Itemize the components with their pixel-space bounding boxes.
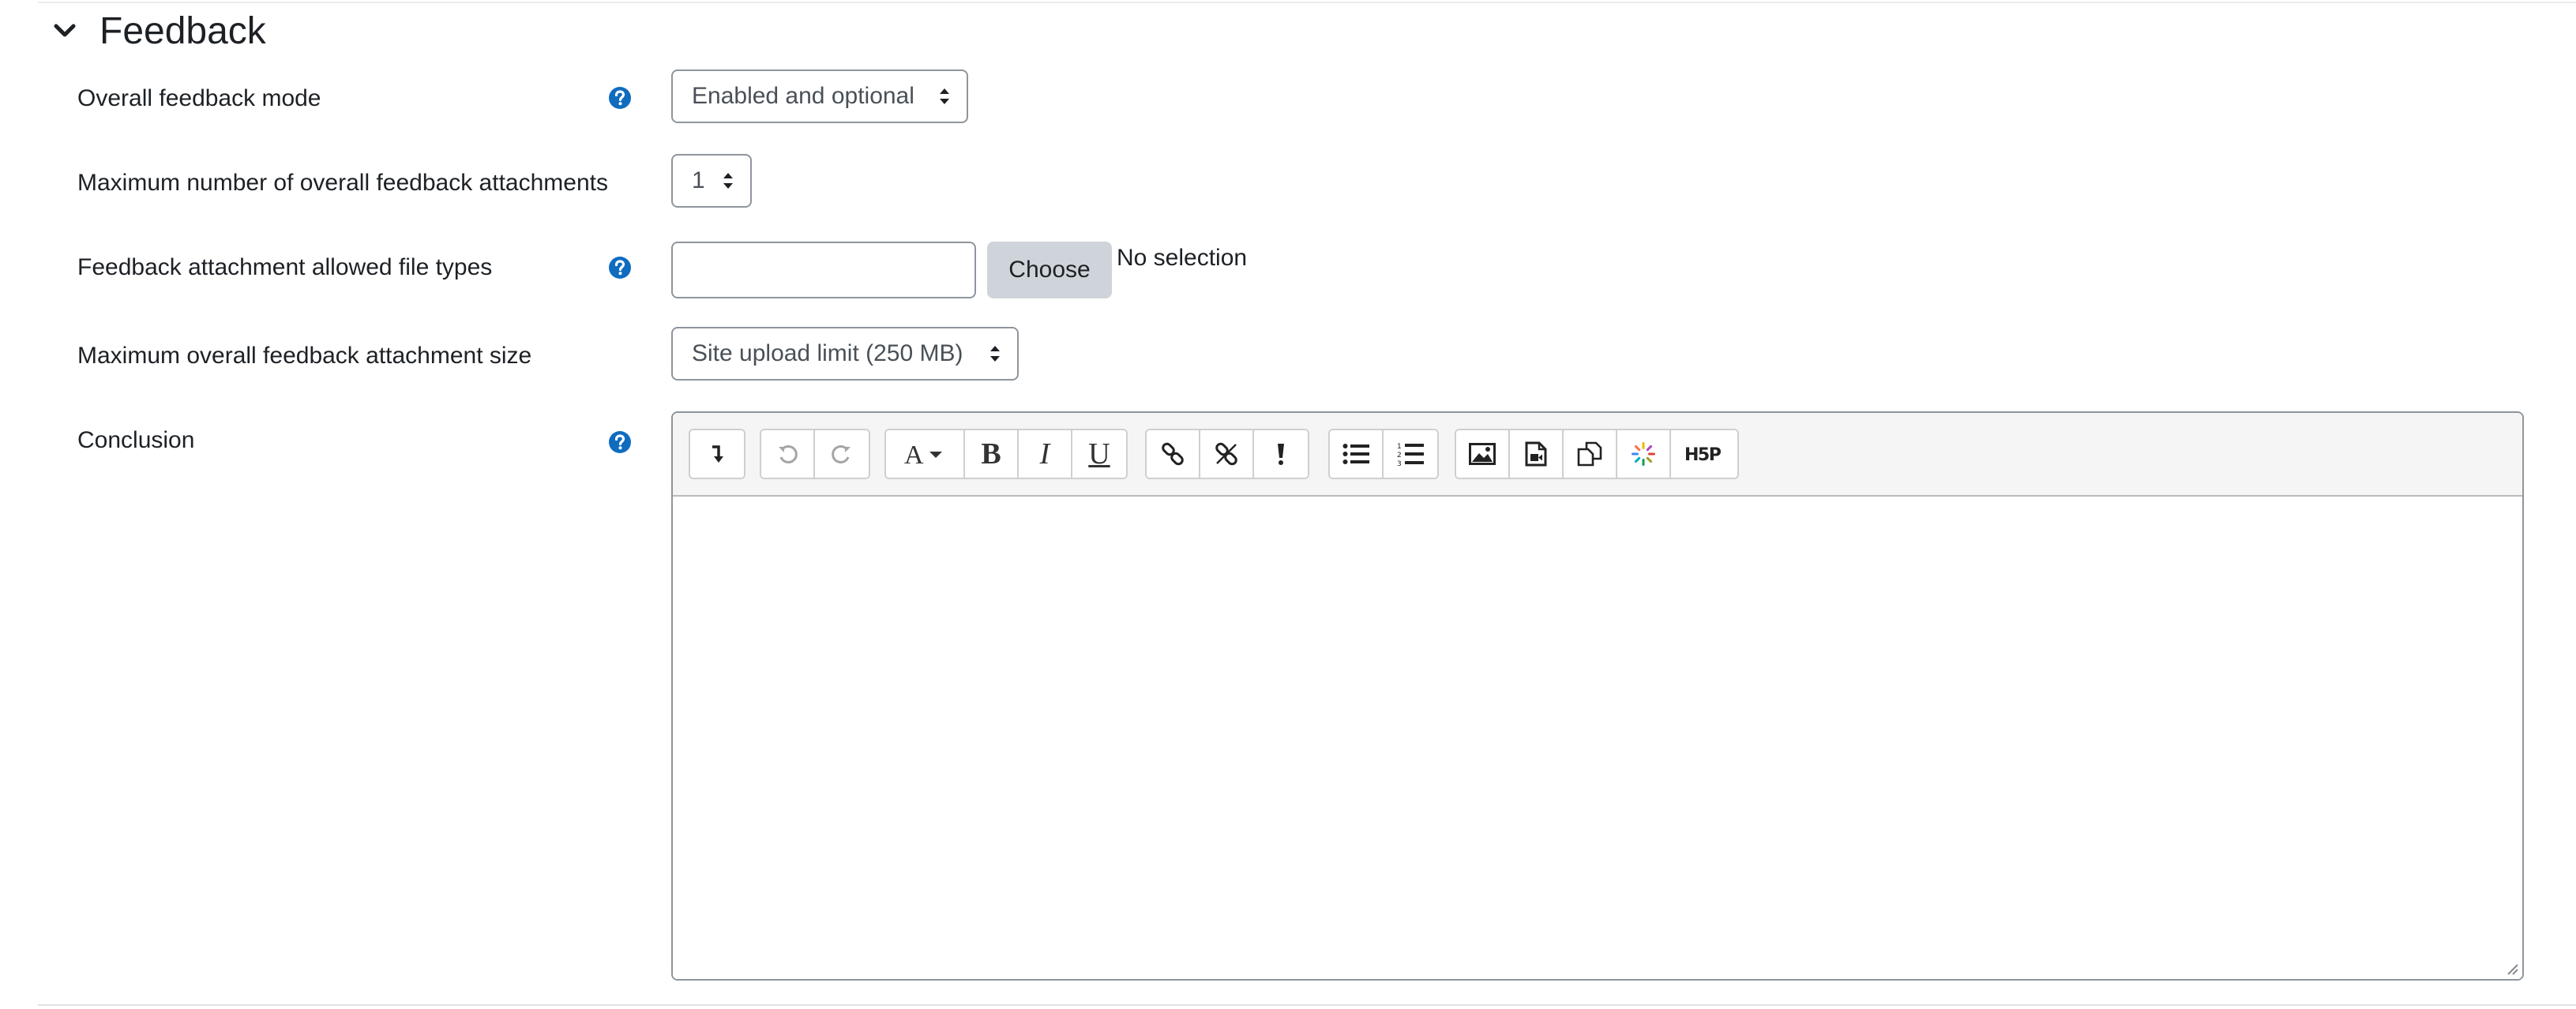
toolbar-group-media: H5P [1455, 429, 1739, 479]
toolbar-group-links [1145, 429, 1309, 479]
feedback-mode-label: Overall feedback mode [77, 85, 321, 111]
svg-text:H5P: H5P [1684, 445, 1722, 464]
bold-icon[interactable]: B [965, 430, 1019, 478]
unordered-list-icon[interactable] [1330, 430, 1384, 478]
bottom-divider [38, 1004, 2576, 1006]
insert-image-icon[interactable] [1456, 430, 1510, 478]
feedback-mode-row: Overall feedback mode Enabled and option… [0, 69, 2576, 126]
editor-content-area[interactable] [673, 497, 2522, 979]
select-arrows-icon [940, 88, 949, 104]
ordered-list-icon[interactable]: 123 [1384, 430, 1437, 478]
svg-text:A: A [904, 441, 924, 467]
italic-icon[interactable]: I [1019, 430, 1072, 478]
resize-grip-icon[interactable] [2503, 960, 2519, 976]
help-icon[interactable] [608, 256, 632, 279]
max-attachments-select[interactable]: 1 [671, 154, 752, 208]
feedback-mode-select[interactable]: Enabled and optional [671, 69, 968, 123]
show-more-buttons-icon[interactable] [690, 430, 744, 478]
link-icon[interactable] [1147, 430, 1200, 478]
feedback-section-header[interactable]: Feedback [49, 8, 266, 54]
feedback-mode-value: Enabled and optional [692, 83, 914, 109]
toolbar-group-style: A B I U [884, 429, 1128, 479]
help-icon[interactable] [608, 430, 632, 454]
file-types-label: Feedback attachment allowed file types [77, 254, 493, 280]
top-divider [38, 2, 2576, 3]
select-arrows-icon [723, 173, 733, 189]
conclusion-label: Conclusion [77, 427, 195, 453]
help-icon[interactable] [608, 86, 632, 110]
unlink-icon[interactable] [1200, 430, 1254, 478]
max-attachments-row: Maximum number of overall feedback attac… [0, 154, 2576, 211]
section-title: Feedback [100, 9, 266, 52]
chevron-down-icon[interactable] [49, 15, 81, 47]
file-types-input[interactable] [671, 242, 976, 298]
toolbar-group-lists: 123 [1328, 429, 1439, 479]
h5p-icon[interactable]: H5P [1671, 430, 1737, 478]
recordrtc-icon[interactable] [1617, 430, 1671, 478]
svg-text:2: 2 [1397, 452, 1402, 459]
editor-toolbar: A B I U 123 H5P [673, 413, 2522, 497]
max-size-label: Maximum overall feedback attachment size [77, 343, 532, 369]
toolbar-group-collapse [689, 429, 745, 479]
choose-button[interactable]: Choose [987, 242, 1112, 298]
max-size-row: Maximum overall feedback attachment size… [0, 327, 2576, 384]
accessibility-checker-icon[interactable] [1254, 430, 1308, 478]
no-selection-text: No selection [1117, 245, 1248, 271]
max-size-value: Site upload limit (250 MB) [692, 340, 963, 366]
font-style-icon[interactable]: A [886, 430, 965, 478]
undo-icon[interactable] [761, 430, 815, 478]
underline-icon[interactable]: U [1072, 430, 1126, 478]
manage-files-icon[interactable] [1564, 430, 1617, 478]
svg-text:1: 1 [1397, 443, 1402, 451]
svg-text:3: 3 [1397, 460, 1402, 467]
max-attachments-label: Maximum number of overall feedback attac… [77, 170, 608, 196]
conclusion-editor[interactable]: A B I U 123 H5P [671, 411, 2524, 981]
select-arrows-icon [990, 346, 1000, 362]
toolbar-group-history [760, 429, 870, 479]
max-size-select[interactable]: Site upload limit (250 MB) [671, 327, 1019, 381]
redo-icon[interactable] [815, 430, 869, 478]
insert-media-icon[interactable] [1510, 430, 1564, 478]
max-attachments-value: 1 [692, 167, 705, 193]
